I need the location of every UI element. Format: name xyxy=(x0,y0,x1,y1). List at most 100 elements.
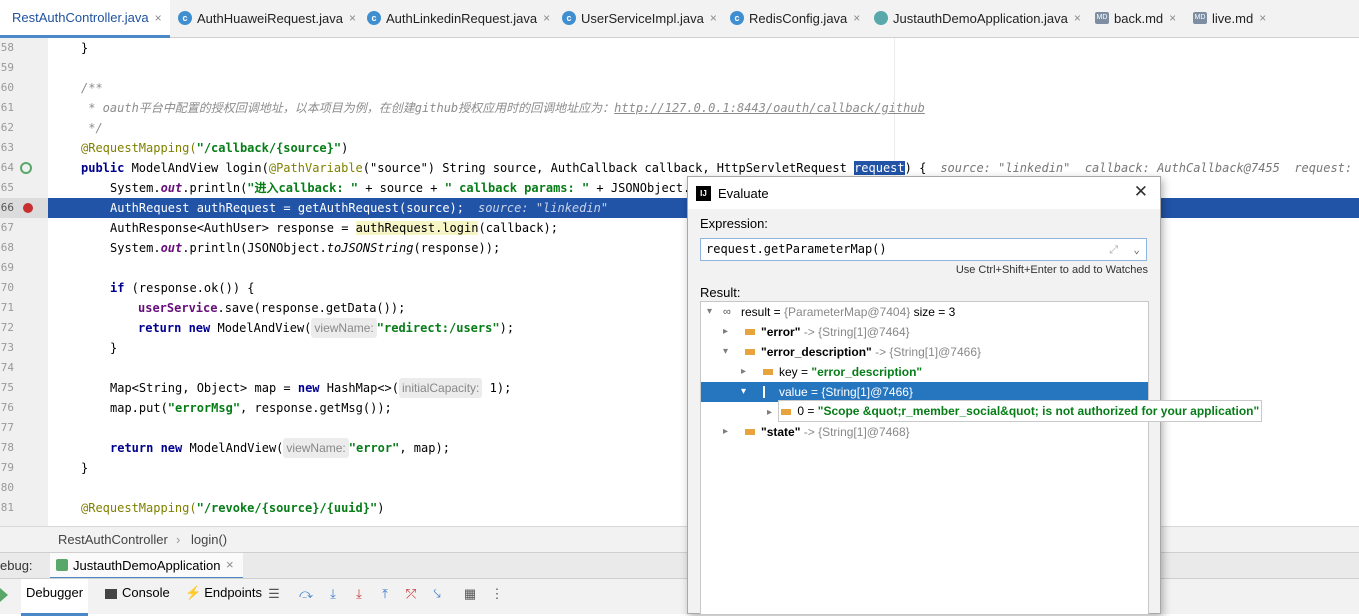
annotation: @RequestMapping( xyxy=(81,141,197,155)
tab-live-md[interactable]: MD live.md × xyxy=(1193,0,1266,36)
keyword: return new xyxy=(138,321,211,335)
comment: */ xyxy=(81,121,103,135)
tab-endpoints[interactable]: ⚡ Endpoints xyxy=(180,579,267,613)
selected-identifier[interactable]: request xyxy=(854,161,905,175)
more-options-icon[interactable]: ⋮ xyxy=(489,586,505,602)
expand-arrow-icon[interactable]: ▸ xyxy=(723,322,728,342)
close-icon[interactable]: × xyxy=(710,11,717,25)
tab-label: JustauthDemoApplication.java xyxy=(893,10,1068,26)
equals-sign: = xyxy=(807,385,822,399)
close-icon[interactable]: × xyxy=(155,11,162,25)
tree-row-entry[interactable]: ▸ "error" -> {String[1]@7464} xyxy=(701,322,1148,342)
static-field: out xyxy=(160,241,183,255)
step-out-icon[interactable]: ⤒ xyxy=(377,586,393,602)
tab-userserviceimpl[interactable]: c UserServiceImpl.java × xyxy=(562,0,717,36)
code-text: ModelAndView( xyxy=(210,321,312,335)
collapse-arrow-icon[interactable]: ▾ xyxy=(741,382,746,402)
object-ref: {String[1]@7464} xyxy=(818,325,910,339)
close-icon[interactable]: × xyxy=(1169,11,1176,25)
tab-justauthdemoapplication[interactable]: JustauthDemoApplication.java × xyxy=(874,0,1081,36)
tree-row-entry[interactable]: ▾ "error_description" -> {String[1]@7466… xyxy=(701,342,1148,362)
expression-input[interactable]: request.getParameterMap() ⤢ ⌄ xyxy=(700,238,1147,261)
static-method: toJSONString xyxy=(326,241,414,255)
tree-row-array-item[interactable]: ▸ 0 = "Scope &quot;r_member_social&quot;… xyxy=(767,400,1263,422)
tree-row-entry[interactable]: ▸ "state" -> {String[1]@7468} xyxy=(701,422,1148,442)
collapse-arrow-icon[interactable]: ▾ xyxy=(707,302,712,322)
tree-row-key[interactable]: ▸ key = "error_description" xyxy=(701,362,1148,382)
expression-label: Expression: xyxy=(700,216,768,231)
code-text: (callback); xyxy=(478,221,558,235)
code-line: return new ModelAndView(viewName: "error"… xyxy=(110,438,450,458)
close-icon[interactable]: × xyxy=(349,11,356,25)
close-icon[interactable]: × xyxy=(1074,11,1081,25)
step-into-icon[interactable]: ⤓ xyxy=(351,586,367,602)
line-number: 75 xyxy=(0,381,14,394)
code-line: } xyxy=(81,38,88,58)
tree-row-result[interactable]: ▾ ∞ result = {ParameterMap@7404} size = … xyxy=(701,302,1148,322)
annotation: @RequestMapping( xyxy=(81,501,197,515)
code-text: ("source") xyxy=(362,161,436,175)
tree-row-value-selected[interactable]: ▾ value = {String[1]@7466} xyxy=(701,382,1148,402)
line-number: 66 xyxy=(0,201,14,214)
line-number: 61 xyxy=(0,101,14,114)
breadcrumb-method[interactable]: login() xyxy=(191,532,227,547)
line-number-gutter[interactable]: 58 59 60 61 62 63 64 65 66 67 68 69 70 7… xyxy=(0,38,48,526)
close-icon[interactable]: × xyxy=(543,11,550,25)
tab-debugger[interactable]: Debugger xyxy=(21,579,89,616)
tab-authlinkedinrequest[interactable]: c AuthLinkedinRequest.java × xyxy=(367,0,550,36)
result-tree[interactable]: ▾ ∞ result = {ParameterMap@7404} size = … xyxy=(700,301,1149,615)
close-icon[interactable]: × xyxy=(853,11,860,25)
expand-arrow-icon[interactable]: ▸ xyxy=(741,362,746,382)
expand-arrow-icon[interactable]: ▸ xyxy=(767,407,772,418)
var-name: result xyxy=(741,305,771,319)
run-gutter-icon[interactable] xyxy=(20,162,32,174)
watch-glasses-icon: ∞ xyxy=(723,306,731,318)
code-line: return new ModelAndView(viewName: "redire… xyxy=(138,318,514,338)
dialog-title-bar[interactable]: IJ Evaluate ✕ xyxy=(688,177,1160,209)
expand-arrow-icon[interactable]: ▸ xyxy=(723,422,728,442)
tab-back-md[interactable]: MD back.md × xyxy=(1095,0,1176,36)
result-label: Result: xyxy=(700,285,741,300)
code-line: System.out.println(JSONObject.toJSONStri… xyxy=(110,238,500,258)
tab-console[interactable]: Console xyxy=(100,579,175,613)
map-entry-icon xyxy=(745,427,755,437)
intellij-logo-icon: IJ xyxy=(696,186,711,201)
expand-icon[interactable]: ⤢ xyxy=(1109,239,1118,260)
comment-link[interactable]: http://127.0.0.1:8443/oauth/callback/git… xyxy=(614,101,925,115)
code-text: ModelAndView login( xyxy=(124,161,269,175)
line-number: 58 xyxy=(0,41,14,54)
breakpoint-icon[interactable] xyxy=(23,203,33,213)
entry-key: "error" xyxy=(761,325,801,339)
evaluate-expression-icon[interactable]: ▦ xyxy=(462,586,478,602)
history-dropdown-icon[interactable]: ⌄ xyxy=(1133,239,1140,260)
close-icon[interactable]: × xyxy=(1259,11,1266,25)
tab-redisconfig[interactable]: c RedisConfig.java × xyxy=(730,0,860,36)
string-literal: "进入callback: " xyxy=(247,181,358,195)
run-to-cursor-icon[interactable]: ⤥ xyxy=(429,586,445,602)
step-over-icon[interactable]: ⤓ xyxy=(325,586,341,602)
show-execution-point-icon[interactable]: ⤼ xyxy=(298,586,314,602)
code-text: } xyxy=(81,41,89,55)
object-ref: {String[1]@7466} xyxy=(889,345,982,359)
code-line-current: AuthRequest authRequest = getAuthRequest… xyxy=(110,198,608,218)
code-text: .println(JSONObject. xyxy=(182,241,327,255)
field-icon xyxy=(763,367,773,377)
breadcrumb-class[interactable]: RestAuthController xyxy=(58,532,168,547)
inline-debug-values: source: "linkedin" callback: AuthCallbac… xyxy=(940,161,1359,175)
drop-frame-icon[interactable]: ⤱ xyxy=(403,586,419,602)
tab-restauthcontroller[interactable]: RestAuthController.java × xyxy=(0,0,170,38)
menu-icon[interactable]: ☰ xyxy=(266,586,282,602)
code-text: System. xyxy=(110,181,161,195)
debug-session-tab[interactable]: JustauthDemoApplication × xyxy=(50,553,243,579)
close-icon[interactable]: × xyxy=(226,557,234,572)
code-text: , response.getMsg()); xyxy=(240,401,392,415)
code-text: } xyxy=(110,341,118,355)
resume-icon[interactable] xyxy=(0,588,8,602)
tab-authhuaweirequest[interactable]: c AuthHuaweiRequest.java × xyxy=(178,0,356,36)
class-icon: c xyxy=(178,11,192,25)
string-literal: "errorMsg" xyxy=(167,401,241,415)
debug-label: ebug: xyxy=(0,558,33,573)
tab-label: back.md xyxy=(1114,10,1164,26)
close-icon[interactable]: ✕ xyxy=(1134,182,1148,202)
collapse-arrow-icon[interactable]: ▾ xyxy=(723,342,728,362)
